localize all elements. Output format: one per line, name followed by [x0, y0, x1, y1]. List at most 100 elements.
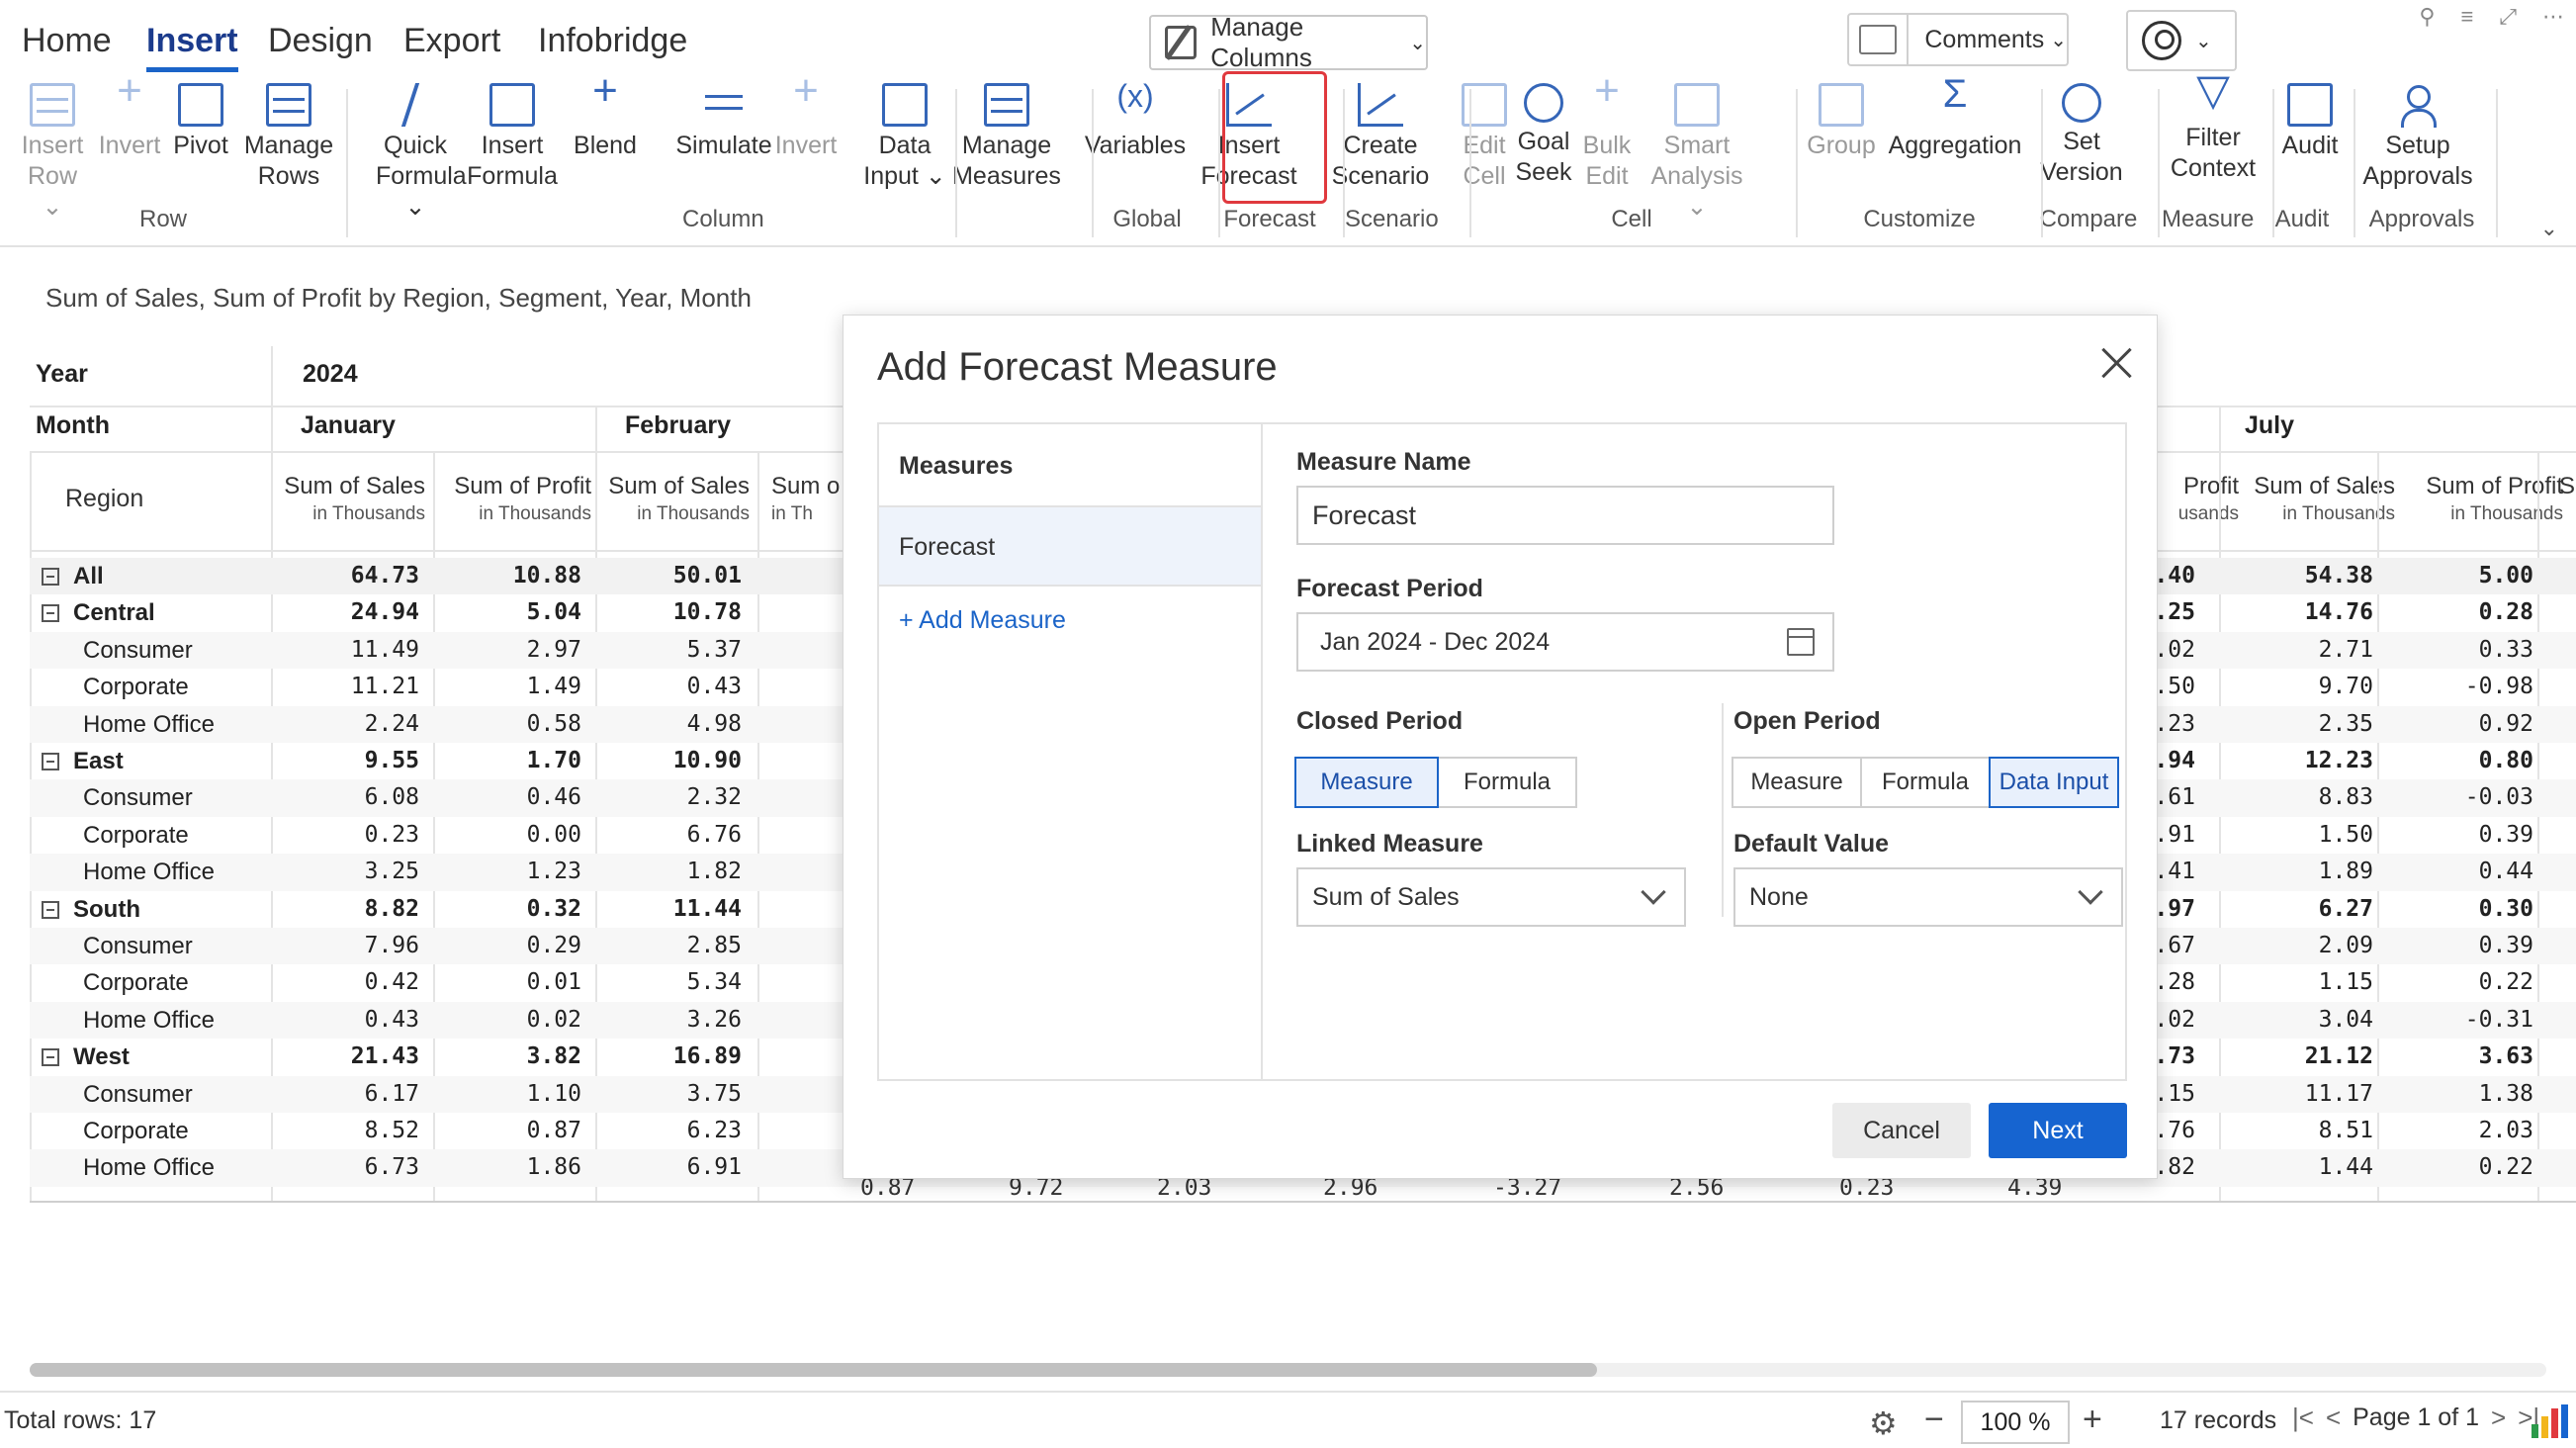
pin-icon[interactable]: ⚲: [2419, 4, 2435, 30]
ribbon-button-simulate-7[interactable]: Simulate: [666, 83, 781, 161]
ribbon-button-insert-row-0[interactable]: Insert Row ⌄: [18, 83, 87, 223]
measure-list-item[interactable]: Forecast: [879, 505, 1261, 587]
cell-value[interactable]: 8.82: [301, 891, 419, 928]
cell-value[interactable]: 1.10: [463, 1076, 581, 1113]
ribbon-button-filter-context-21[interactable]: Filter Context: [2160, 75, 2266, 184]
ribbon-button-manage-measures-10[interactable]: Manage Measures: [949, 83, 1064, 192]
cell-value[interactable]: 3.26: [623, 1002, 742, 1039]
cell-value[interactable]: 2.85: [623, 928, 742, 964]
cell-value[interactable]: 2.97: [463, 632, 581, 669]
ribbon-button-bulk-edit-16[interactable]: Bulk Edit: [1572, 75, 1642, 192]
cell-value[interactable]: 5.00: [2415, 558, 2533, 594]
header-feb-sales[interactable]: Sum of Sales in Thousands: [601, 473, 750, 528]
zoom-out-button[interactable]: −: [1924, 1401, 1944, 1439]
cell-value[interactable]: 10.78: [623, 594, 742, 631]
cell-value[interactable]: 0.32: [463, 891, 581, 928]
collapse-icon[interactable]: [42, 1048, 59, 1067]
ribbon-button-invert-1[interactable]: Invert: [95, 75, 164, 161]
horizontal-scrollbar[interactable]: [30, 1363, 1597, 1377]
cell-value[interactable]: 3.04: [2255, 1002, 2373, 1039]
cell-value[interactable]: 6.23: [623, 1113, 742, 1149]
cell-value[interactable]: 6.76: [623, 817, 742, 854]
header-jan-sales[interactable]: Sum of Sales in Thousands: [277, 473, 425, 528]
cell-value[interactable]: 0.00: [463, 817, 581, 854]
cell-value[interactable]: 0.30: [2415, 891, 2533, 928]
cell-value[interactable]: 0.28: [2415, 594, 2533, 631]
closed-option-formula[interactable]: Formula: [1437, 757, 1577, 808]
expand-icon[interactable]: ⤢: [2499, 4, 2517, 30]
collapse-ribbon-icon[interactable]: ⌄: [2540, 216, 2558, 241]
cell-value[interactable]: 50.01: [623, 558, 742, 594]
cell-value[interactable]: 0.46: [463, 779, 581, 816]
cell-value[interactable]: 1.15: [2255, 964, 2373, 1001]
linked-measure-select[interactable]: Sum of Sales: [1296, 867, 1686, 927]
closed-option-measure[interactable]: Measure: [1294, 757, 1439, 808]
open-option-data-input[interactable]: Data Input: [1989, 757, 2119, 808]
cell-value[interactable]: 10.88: [463, 558, 581, 594]
cell-value[interactable]: 6.08: [301, 779, 419, 816]
cell-value[interactable]: 9.70: [2255, 669, 2373, 705]
collapse-icon[interactable]: [42, 604, 59, 623]
gear-icon[interactable]: ⚙: [1869, 1404, 1898, 1442]
ribbon-button-group-18[interactable]: Group: [1796, 83, 1887, 161]
forecast-period-input[interactable]: Jan 2024 - Dec 2024: [1296, 612, 1834, 672]
cell-value[interactable]: 8.52: [301, 1113, 419, 1149]
calendar-icon[interactable]: [1787, 628, 1815, 656]
next-page-icon[interactable]: >: [2491, 1403, 2506, 1433]
cell-value[interactable]: -0.98: [2415, 669, 2533, 705]
cell-value[interactable]: 2.09: [2255, 928, 2373, 964]
cell-value[interactable]: 2.03: [2415, 1113, 2533, 1149]
cell-value[interactable]: 0.29: [463, 928, 581, 964]
collapse-icon[interactable]: [42, 568, 59, 586]
cell-value[interactable]: 16.89: [623, 1039, 742, 1075]
zoom-input[interactable]: 100 %: [1961, 1401, 2070, 1444]
cell-value[interactable]: 10.90: [623, 743, 742, 779]
cancel-button[interactable]: Cancel: [1832, 1103, 1971, 1158]
manage-columns-button[interactable]: Manage Columns ⌄: [1149, 12, 1428, 72]
next-button[interactable]: Next: [1989, 1103, 2127, 1158]
cell-value[interactable]: 0.58: [463, 706, 581, 743]
cell-value[interactable]: 11.17: [2255, 1076, 2373, 1113]
cell-value[interactable]: 8.83: [2255, 779, 2373, 816]
cell-value[interactable]: 6.17: [301, 1076, 419, 1113]
cell-value[interactable]: 0.43: [623, 669, 742, 705]
cell-value[interactable]: 11.49: [301, 632, 419, 669]
cell-value[interactable]: 21.12: [2255, 1039, 2373, 1075]
tab-infobridge[interactable]: Infobridge: [538, 22, 687, 60]
cell-value[interactable]: 0.22: [2415, 964, 2533, 1001]
cell-value[interactable]: 3.63: [2415, 1039, 2533, 1075]
ribbon-button-smart-analysis-17[interactable]: Smart Analysis ⌄: [1642, 83, 1752, 223]
cell-value[interactable]: 1.50: [2255, 817, 2373, 854]
header-jul-sales[interactable]: Sum of Sales in Thousands: [2247, 473, 2395, 528]
cell-value[interactable]: 0.22: [2415, 1149, 2533, 1186]
ribbon-button-insert-formula-5[interactable]: Insert Formula: [459, 83, 566, 192]
cell-value[interactable]: 0.39: [2415, 928, 2533, 964]
cell-value[interactable]: 6.91: [623, 1149, 742, 1186]
user-menu-button[interactable]: ⌄: [2126, 10, 2237, 71]
cell-value[interactable]: -0.31: [2415, 1002, 2533, 1039]
add-measure-link[interactable]: + Add Measure: [899, 606, 1066, 635]
region-header[interactable]: Region: [65, 485, 143, 513]
default-value-select[interactable]: None: [1733, 867, 2123, 927]
ribbon-button-set-version-20[interactable]: Set Version: [2037, 83, 2126, 188]
cell-value[interactable]: 5.04: [463, 594, 581, 631]
ribbon-button-goal-seek-15[interactable]: Goal Seek: [1509, 83, 1578, 188]
cell-value[interactable]: 0.42: [301, 964, 419, 1001]
cell-value[interactable]: 12.23: [2255, 743, 2373, 779]
cell-value[interactable]: 3.25: [301, 854, 419, 890]
cell-value[interactable]: 1.38: [2415, 1076, 2533, 1113]
ribbon-button-variables-11[interactable]: Variables: [1080, 81, 1191, 161]
cell-value[interactable]: 3.82: [463, 1039, 581, 1075]
cell-value[interactable]: 0.80: [2415, 743, 2533, 779]
cell-value[interactable]: 2.71: [2255, 632, 2373, 669]
cell-value[interactable]: 0.44: [2415, 854, 2533, 890]
cell-value[interactable]: 0.39: [2415, 817, 2533, 854]
tab-export[interactable]: Export: [403, 22, 500, 60]
cell-value[interactable]: 0.87: [463, 1113, 581, 1149]
cell-value[interactable]: 1.23: [463, 854, 581, 890]
ribbon-button-aggregation-19[interactable]: Aggregation: [1883, 79, 2027, 161]
ribbon-button-manage-rows-3[interactable]: Manage Rows: [222, 83, 356, 192]
cell-value[interactable]: 1.89: [2255, 854, 2373, 890]
cell-value[interactable]: 11.21: [301, 669, 419, 705]
cell-value[interactable]: 0.02: [463, 1002, 581, 1039]
